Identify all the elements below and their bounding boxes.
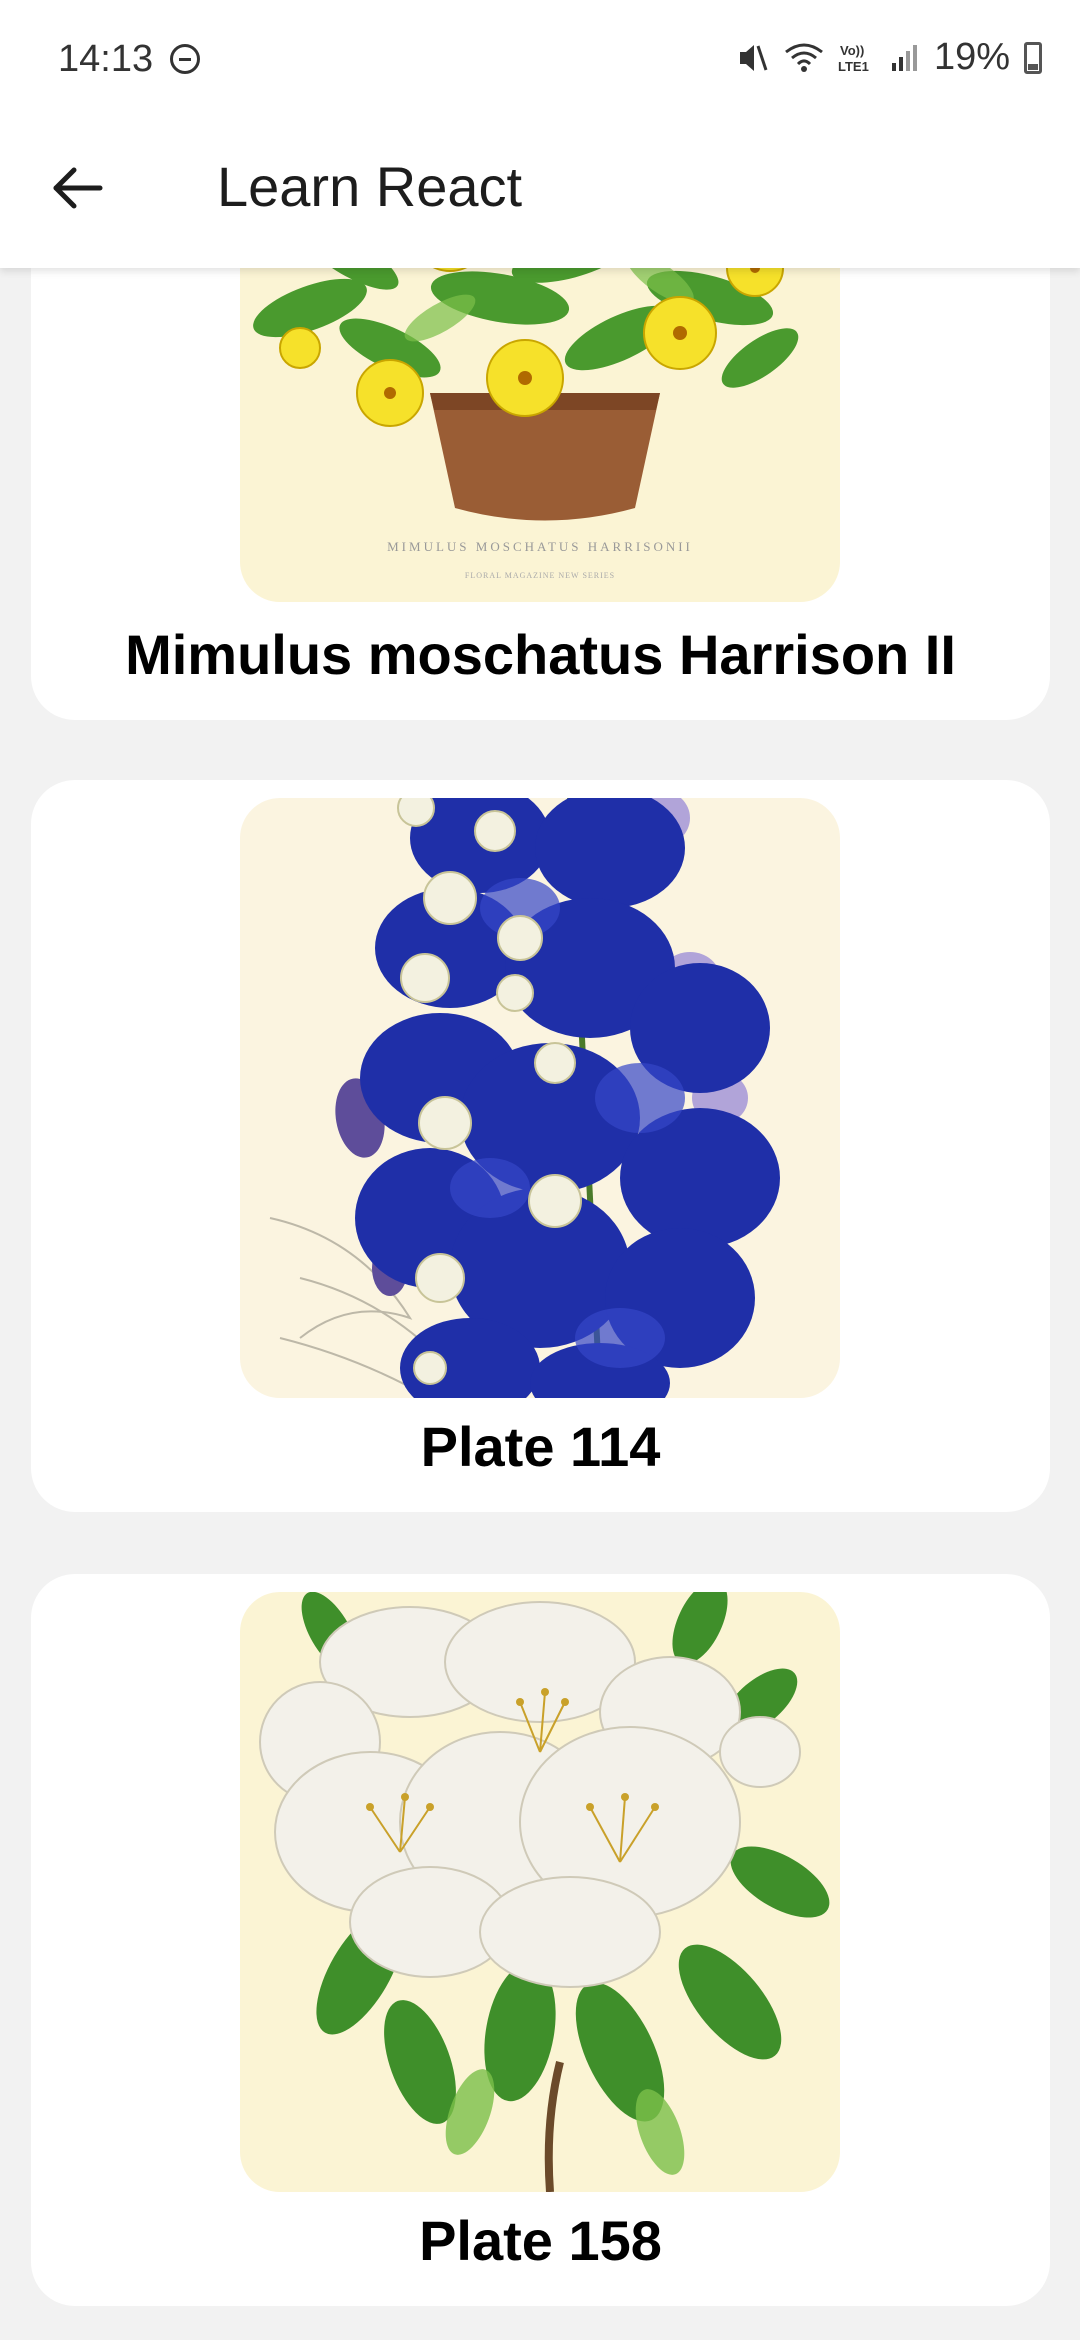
plate-image [240,1592,840,2192]
app-bar: Learn React [0,120,1080,268]
delphinium-illustration [240,798,840,1398]
signal-icon [891,44,917,71]
plate-card[interactable]: Plate 158 [31,1574,1050,2306]
arrow-left-icon [53,167,103,209]
status-icons: Vo)) LTE1 19% [736,36,1042,79]
volte-label-top: Vo)) [840,43,864,58]
azalea-illustration [240,1592,840,2192]
plate-inscription: MIMULUS MOSCHATUS HARRISONII [387,539,693,554]
status-bar: 14:13 Vo)) LTE1 19% [0,0,1080,120]
volte-label-bottom: LTE1 [838,59,869,74]
plate-list[interactable]: MIMULUS MOSCHATUS HARRISONII FLORAL MAGA… [0,268,1080,2340]
page-title: Learn React [217,155,523,218]
plate-image [240,798,840,1398]
plate-card[interactable]: Plate 114 [31,780,1050,1512]
status-time: 14:13 [58,38,154,80]
plate-caption: Mimulus moschatus Harrison II [125,623,956,686]
plate-image: MIMULUS MOSCHATUS HARRISONII FLORAL MAGA… [240,268,840,602]
plate-subinscription: FLORAL MAGAZINE NEW SERIES [465,571,615,580]
wifi-icon [785,43,823,72]
plate-caption: Plate 158 [419,2209,662,2272]
battery-level: 19% [933,36,1010,78]
mimulus-illustration: MIMULUS MOSCHATUS HARRISONII FLORAL MAGA… [240,268,840,602]
plate-card[interactable]: MIMULUS MOSCHATUS HARRISONII FLORAL MAGA… [31,268,1050,720]
plate-caption: Plate 114 [420,1415,661,1478]
battery-icon [1024,41,1042,74]
do-not-disturb-icon [170,44,200,74]
mute-icon [739,44,768,71]
back-button[interactable] [46,156,110,220]
volte-icon: Vo)) LTE1 [838,43,869,74]
